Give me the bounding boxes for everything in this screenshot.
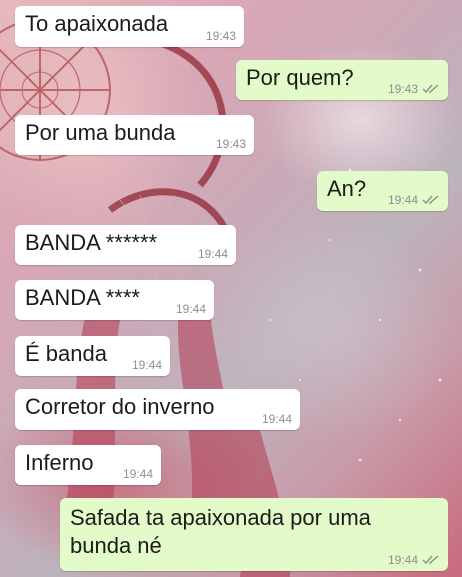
message-text: BANDA ****	[25, 285, 140, 310]
double-check-icon	[422, 195, 439, 205]
message-timestamp: 19:44	[197, 247, 228, 261]
message-timestamp: 19:44	[131, 358, 162, 372]
message-meta: 19:44	[132, 358, 162, 372]
message-bubble-incoming[interactable]: BANDA ****** 19:44	[15, 225, 236, 265]
message-meta: 19:43	[206, 29, 236, 43]
message-meta: 19:44	[198, 247, 228, 261]
message-meta: 19:44	[388, 553, 440, 567]
message-bubble-incoming[interactable]: Por uma bunda 19:43	[15, 115, 254, 155]
message-timestamp: 19:43	[205, 29, 236, 43]
message-text: Por uma bunda	[25, 120, 176, 145]
message-meta: 19:44	[262, 412, 292, 426]
message-bubble-incoming[interactable]: É banda 19:44	[15, 336, 170, 376]
message-bubble-incoming[interactable]: To apaixonada 19:43	[15, 6, 244, 47]
message-timestamp: 19:44	[175, 302, 206, 316]
message-text: An?	[327, 176, 367, 201]
message-timestamp: 19:43	[387, 82, 418, 96]
message-text: É banda	[25, 341, 107, 366]
message-text: BANDA ******	[25, 230, 158, 255]
double-check-icon	[422, 84, 439, 94]
message-bubble-incoming[interactable]: Inferno 19:44	[15, 445, 161, 485]
message-meta: 19:44	[176, 302, 206, 316]
message-meta: 19:43	[388, 82, 440, 96]
message-bubble-outgoing[interactable]: Por quem? 19:43	[236, 60, 448, 100]
double-check-icon	[422, 555, 439, 565]
message-timestamp: 19:44	[261, 412, 292, 426]
message-meta: 19:43	[216, 137, 246, 151]
message-text: Por quem?	[246, 65, 354, 90]
message-timestamp: 19:44	[122, 467, 153, 481]
message-meta: 19:44	[388, 193, 440, 207]
message-meta: 19:44	[123, 467, 153, 481]
message-text: Safada ta apaixonada por uma bunda né	[70, 505, 371, 558]
message-text: To apaixonada	[25, 11, 169, 36]
message-text: Corretor do inverno	[25, 394, 215, 419]
message-bubble-outgoing[interactable]: Safada ta apaixonada por uma bunda né 19…	[60, 498, 448, 571]
message-bubble-incoming[interactable]: Corretor do inverno 19:44	[15, 389, 300, 430]
message-timestamp: 19:44	[387, 193, 418, 207]
message-text: Inferno	[25, 450, 94, 475]
message-timestamp: 19:44	[387, 553, 418, 567]
message-bubble-outgoing[interactable]: An? 19:44	[317, 171, 448, 211]
message-bubble-incoming[interactable]: BANDA **** 19:44	[15, 280, 214, 320]
message-timestamp: 19:43	[215, 137, 246, 151]
